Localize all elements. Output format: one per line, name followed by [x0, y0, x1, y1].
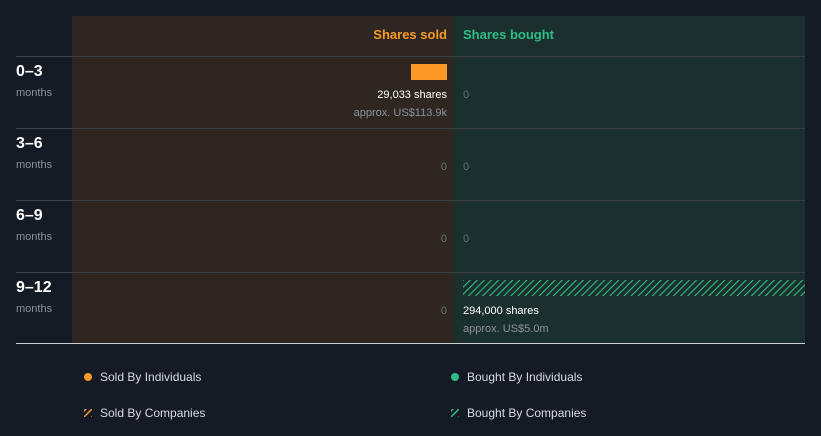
sold-zero-label: 0	[441, 161, 447, 173]
bought-zero-label: 0	[463, 161, 469, 173]
sold-panel	[72, 16, 454, 344]
period-label: 0–3	[16, 63, 43, 80]
period-unit-label: months	[16, 159, 53, 171]
bought-column-header: Shares bought	[463, 27, 555, 42]
legend: Sold By Individuals Bought By Individual…	[0, 360, 821, 430]
orange-hatch-icon	[84, 409, 92, 417]
period-unit-label: months	[16, 87, 53, 99]
sold-zero-label: 0	[441, 305, 447, 317]
bought-bar	[463, 280, 805, 296]
legend-label: Bought By Individuals	[467, 370, 583, 384]
period-label: 9–12	[16, 279, 52, 296]
orange-dot-icon	[84, 373, 92, 381]
period-unit-label: months	[16, 231, 53, 243]
sold-zero-label: 0	[441, 233, 447, 245]
legend-bought-individuals: Bought By Individuals	[451, 369, 582, 385]
legend-bought-companies: Bought By Companies	[451, 405, 586, 421]
legend-sold-companies: Sold By Companies	[84, 405, 205, 421]
insider-trading-chart: Shares sold Shares bought 0–3 months 29,03…	[16, 16, 805, 344]
sold-value-label: approx. US$113.9k	[354, 107, 448, 119]
bought-zero-label: 0	[463, 233, 469, 245]
bought-shares-label: 294,000 shares	[463, 305, 539, 317]
green-dot-icon	[451, 373, 459, 381]
bought-zero-label: 0	[463, 89, 469, 101]
period-label: 6–9	[16, 207, 43, 224]
sold-bar	[411, 64, 447, 80]
period-unit-label: months	[16, 303, 53, 315]
legend-label: Bought By Companies	[467, 406, 587, 420]
sold-column-header: Shares sold	[373, 27, 447, 42]
legend-label: Sold By Companies	[100, 406, 206, 420]
legend-sold-individuals: Sold By Individuals	[84, 369, 201, 385]
period-label: 3–6	[16, 135, 43, 152]
legend-label: Sold By Individuals	[100, 370, 202, 384]
bought-value-label: approx. US$5.0m	[463, 323, 549, 335]
sold-shares-label: 29,033 shares	[377, 89, 447, 101]
green-hatch-icon	[451, 409, 459, 417]
